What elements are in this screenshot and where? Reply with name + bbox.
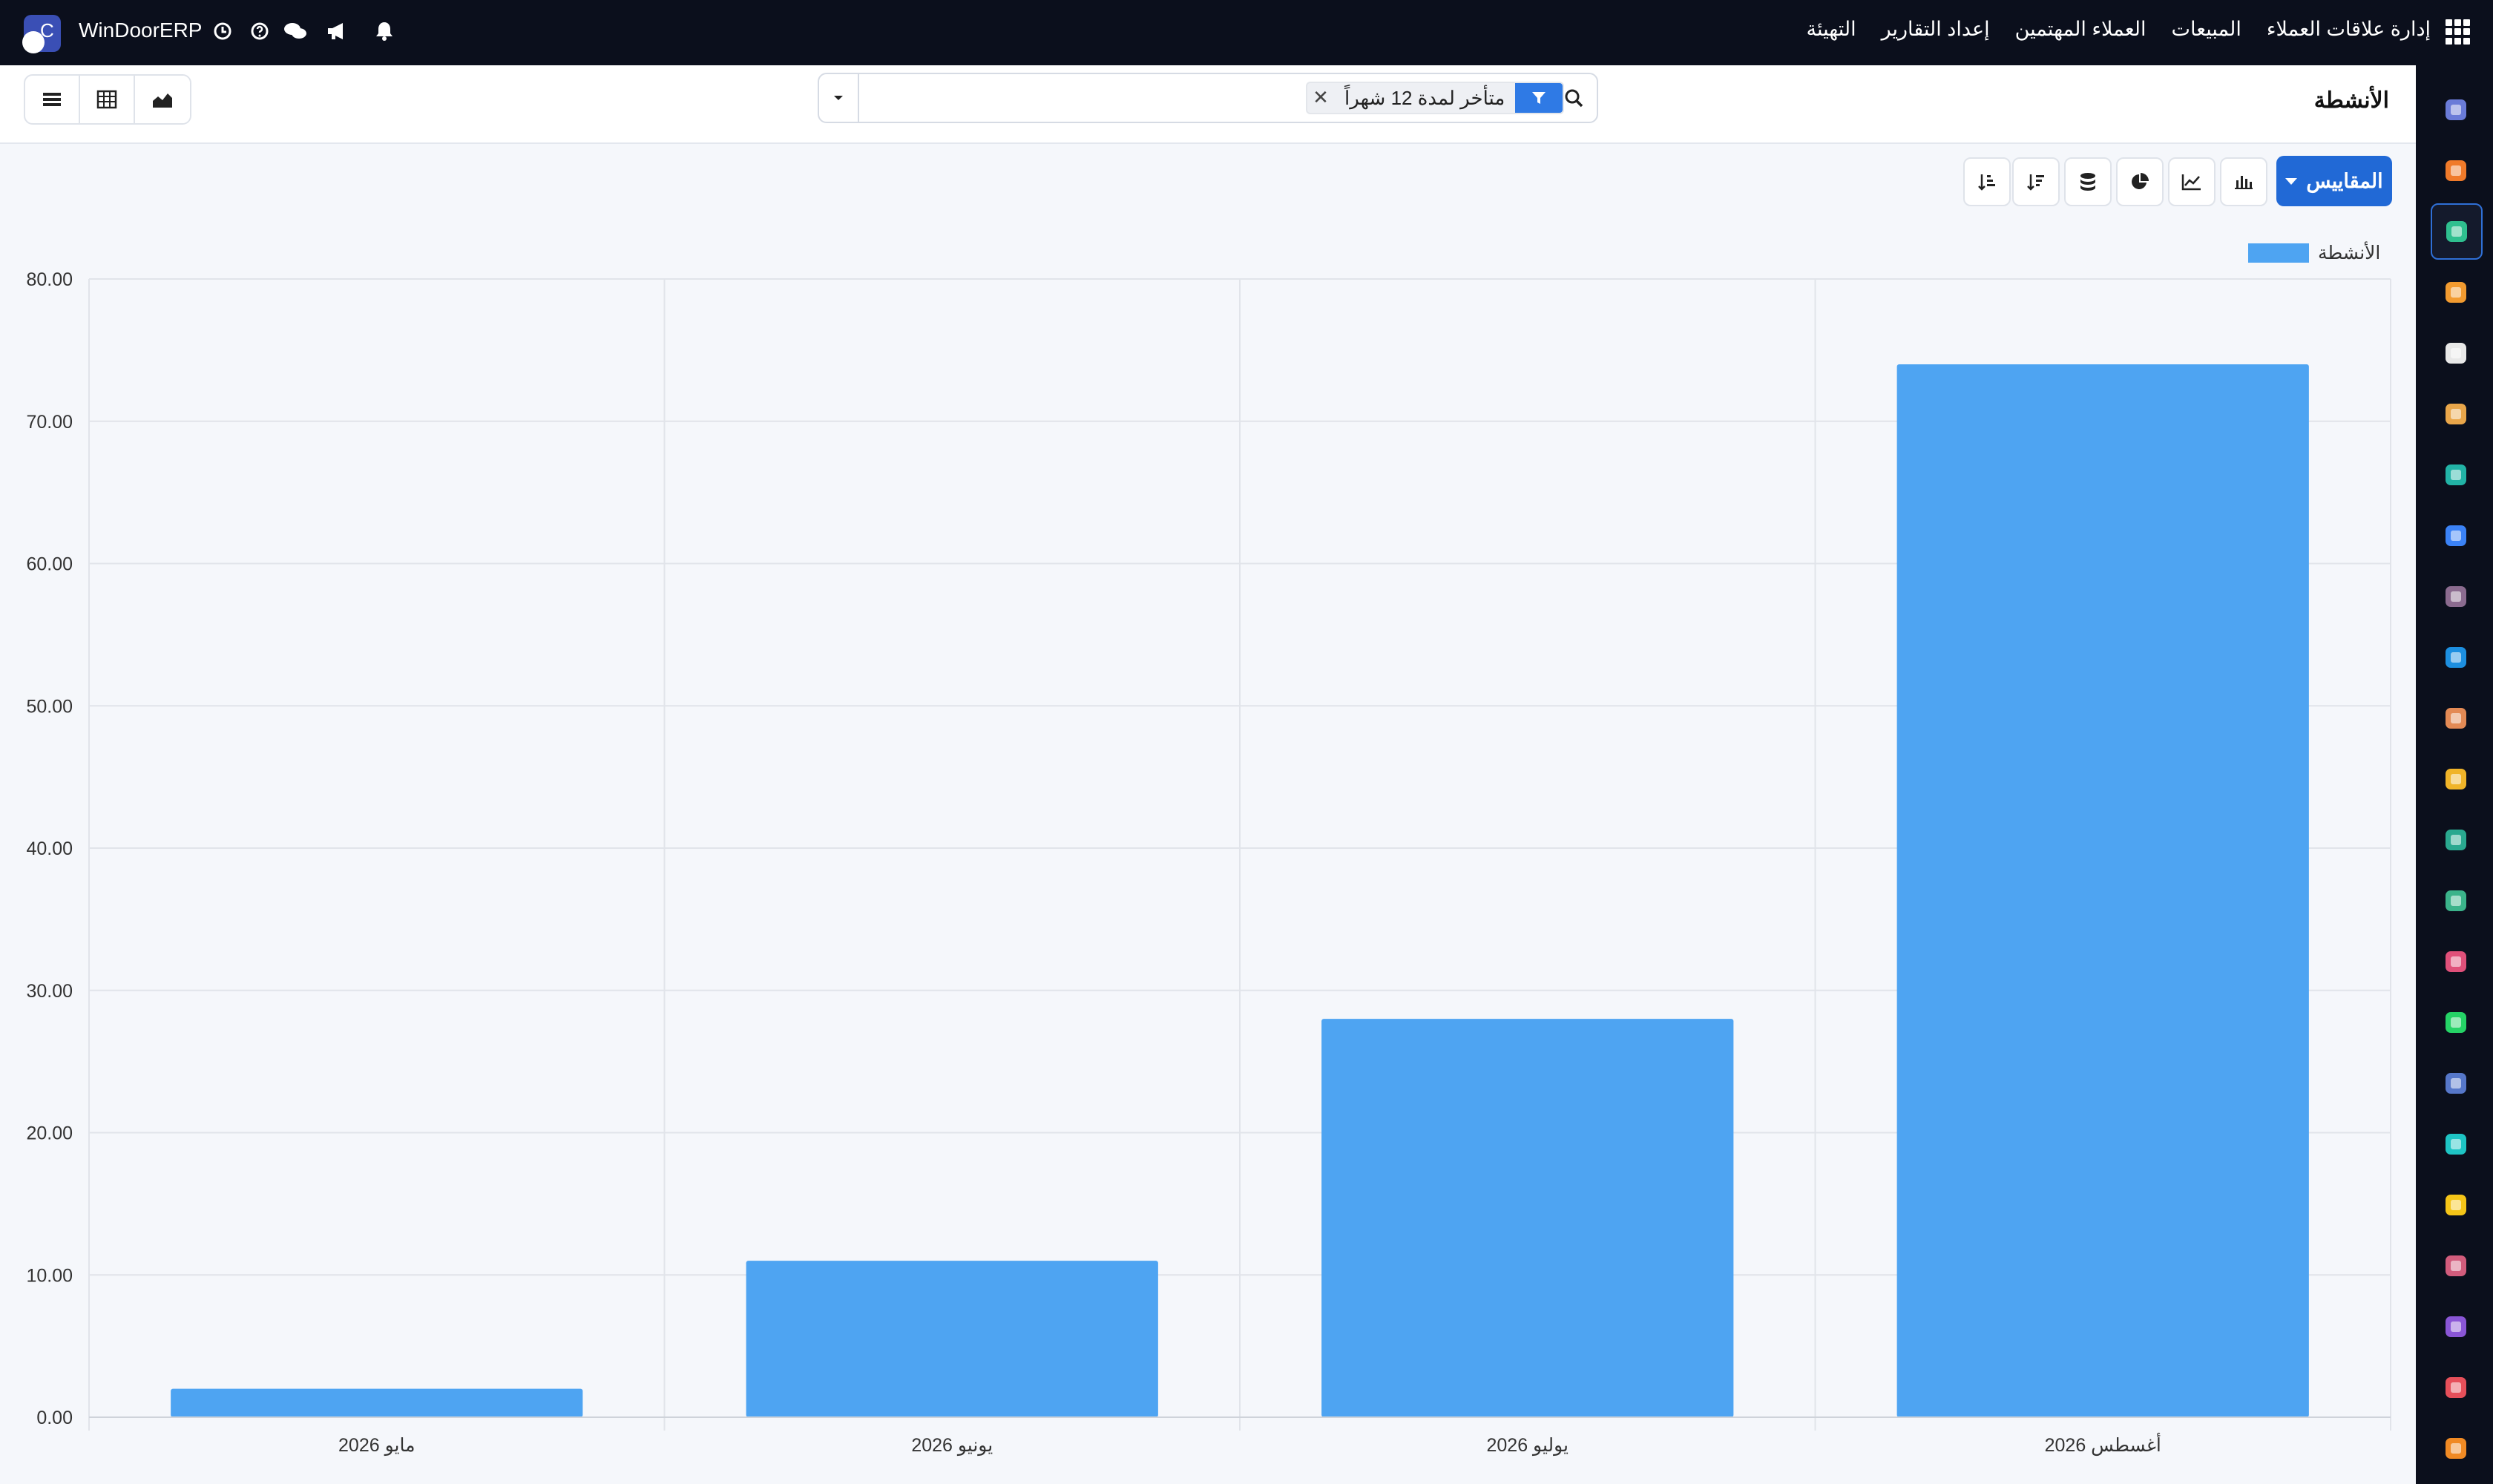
- x-tick-label: أغسطس 2026: [2045, 1432, 2161, 1457]
- y-tick-label: 30.00: [26, 981, 73, 1002]
- x-tick-label: يوليو 2026: [1486, 1435, 1569, 1457]
- y-tick-label: 50.00: [26, 696, 73, 717]
- search-facet: متأخر لمدة 12 شهراً ✕: [1306, 82, 1565, 114]
- graph-view-button[interactable]: [135, 76, 190, 123]
- knowledge-icon[interactable]: [2441, 521, 2471, 551]
- y-tick-label: 40.00: [26, 838, 73, 859]
- brand-name[interactable]: WinDoorERP: [79, 19, 202, 42]
- bar-chart: 0.00 10.00 20.00 30.00 40.00 50.00 60.00 70.00 8…: [0, 223, 2416, 1484]
- menu-reporting[interactable]: إعداد التقارير: [1882, 18, 1990, 41]
- menu-sales[interactable]: المبيعات: [2172, 18, 2241, 41]
- contacts-icon[interactable]: [2441, 886, 2471, 916]
- search-icon[interactable]: [1555, 79, 1592, 117]
- facet-label: متأخر لمدة 12 شهراً: [1344, 86, 1505, 109]
- pivot-view-button[interactable]: [80, 76, 135, 123]
- sign-icon[interactable]: [2441, 825, 2471, 855]
- facet-remove-icon[interactable]: ✕: [1307, 83, 1334, 113]
- apps-grid-icon[interactable]: [2446, 19, 2471, 45]
- reports-icon[interactable]: [2441, 278, 2471, 307]
- y-tick-label: 80.00: [26, 269, 73, 290]
- y-tick-label: 0.00: [36, 1408, 73, 1428]
- payroll-icon[interactable]: [2441, 1251, 2471, 1281]
- bar-chart-button[interactable]: [2220, 157, 2267, 206]
- telegram-icon[interactable]: [2441, 1190, 2471, 1220]
- y-tick-label: 60.00: [26, 554, 73, 575]
- stacked-button[interactable]: [2064, 157, 2112, 206]
- clock-icon[interactable]: [208, 16, 237, 46]
- bar[interactable]: [746, 1261, 1158, 1417]
- company-logo[interactable]: C: [22, 15, 61, 53]
- products-icon[interactable]: [2441, 582, 2471, 611]
- project-icon[interactable]: [2441, 460, 2471, 490]
- search-box: متأخر لمدة 12 شهراً ✕: [818, 73, 1598, 123]
- top-navbar: C WinDoorERP إدارة علاقات العملاء المبيع…: [0, 0, 2493, 65]
- whatsapp-icon[interactable]: [2441, 1008, 2471, 1037]
- dashboards-icon[interactable]: [2441, 947, 2471, 976]
- menu-configuration[interactable]: التهيئة: [1806, 18, 1856, 41]
- surveys-icon[interactable]: [2441, 1129, 2471, 1159]
- page-title: الأنشطة: [2313, 88, 2389, 113]
- app-rail: [2416, 65, 2493, 1484]
- bar[interactable]: [171, 1388, 583, 1417]
- discuss-icon[interactable]: [2441, 156, 2471, 186]
- apps-icon[interactable]: [2441, 1434, 2471, 1463]
- contacts-group-icon[interactable]: [2441, 703, 2471, 733]
- timer-icon[interactable]: [2441, 1068, 2471, 1098]
- main-menu: إدارة علاقات العملاء المبيعات العملاء ال…: [1806, 18, 2431, 41]
- invoicing-icon[interactable]: [2441, 643, 2471, 672]
- help-icon[interactable]: [245, 16, 275, 46]
- menu-leads[interactable]: العملاء المهتمين: [2015, 18, 2147, 41]
- crm-icon[interactable]: [2431, 203, 2483, 260]
- chart-canvas: 0.00 10.00 20.00 30.00 40.00 50.00 60.00 70.00 8…: [26, 269, 2391, 1457]
- stock-icon[interactable]: [2441, 1312, 2471, 1342]
- bar[interactable]: [1321, 1019, 1734, 1417]
- m-app-icon[interactable]: [2441, 95, 2471, 125]
- measures-label: المقاييس: [2306, 169, 2383, 192]
- x-tick-label: يونيو 2026: [911, 1435, 993, 1457]
- list-view-button[interactable]: [25, 76, 80, 123]
- descending-sort-button[interactable]: [2012, 157, 2060, 206]
- control-panel: متأخر لمدة 12 شهراً ✕ الأنشطة: [0, 65, 2416, 144]
- y-tick-label: 10.00: [26, 1265, 73, 1286]
- megaphone-icon[interactable]: [322, 16, 352, 46]
- measures-button[interactable]: المقاييس: [2276, 156, 2392, 206]
- y-tick-label: 70.00: [26, 412, 73, 433]
- bell-icon[interactable]: [369, 16, 399, 46]
- calendar-icon[interactable]: [2441, 764, 2471, 794]
- pie-icon[interactable]: [2441, 1373, 2471, 1402]
- logo-letter: C: [40, 19, 54, 42]
- y-tick-label: 20.00: [26, 1123, 73, 1144]
- line-chart-button[interactable]: [2168, 157, 2216, 206]
- ascending-sort-button[interactable]: [1963, 157, 2011, 206]
- chat-icon[interactable]: [280, 16, 310, 46]
- employees-icon[interactable]: [2441, 399, 2471, 429]
- x-tick-label: مايو 2026: [338, 1435, 415, 1457]
- pie-chart-button[interactable]: [2116, 157, 2164, 206]
- menu-crm[interactable]: إدارة علاقات العملاء: [2267, 18, 2431, 41]
- search-input[interactable]: [867, 85, 1371, 111]
- view-switcher: [24, 74, 191, 125]
- inventory-icon[interactable]: [2441, 338, 2471, 368]
- caret-down-icon: [2285, 177, 2298, 185]
- search-options-toggle[interactable]: [819, 74, 859, 122]
- bar[interactable]: [1896, 364, 2309, 1417]
